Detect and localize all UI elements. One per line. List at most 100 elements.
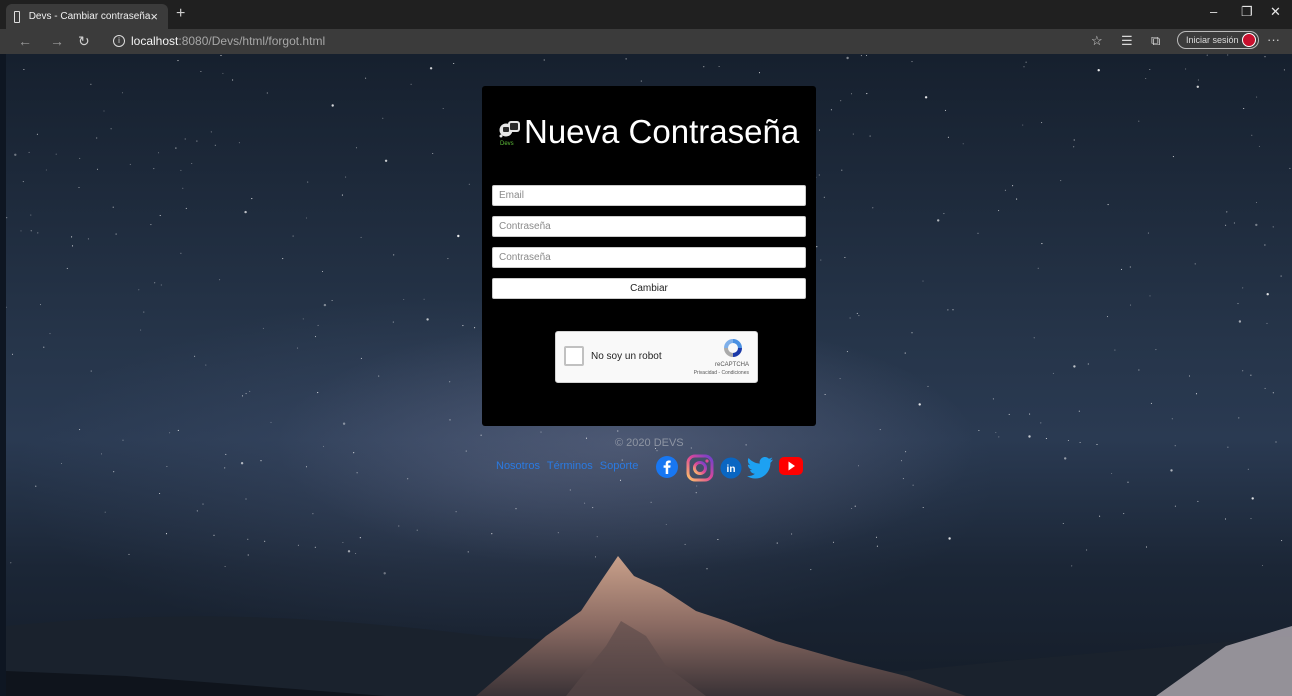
star xyxy=(384,159,388,162)
star xyxy=(140,329,142,331)
password-field[interactable] xyxy=(492,216,806,237)
star xyxy=(978,429,980,432)
star xyxy=(1237,303,1239,305)
favorites-icon[interactable]: ☰ xyxy=(1121,33,1133,49)
star xyxy=(305,466,308,468)
star xyxy=(129,163,131,165)
star xyxy=(703,66,705,68)
email-field[interactable] xyxy=(492,185,806,206)
star xyxy=(879,429,881,431)
star xyxy=(1283,69,1285,71)
page-title: Nueva Contraseña xyxy=(524,113,800,150)
star xyxy=(1129,266,1131,268)
star xyxy=(918,403,921,406)
star xyxy=(462,325,464,327)
star xyxy=(911,332,913,334)
star xyxy=(453,62,455,65)
star xyxy=(331,104,334,107)
restore-icon[interactable]: ❐ xyxy=(1241,4,1253,20)
star xyxy=(110,128,112,130)
chat-bubbles-icon xyxy=(499,121,520,138)
star xyxy=(872,207,874,209)
recaptcha-links[interactable]: Privacidad - Condiciones xyxy=(694,370,749,376)
star xyxy=(625,58,627,60)
star xyxy=(1040,422,1042,424)
star xyxy=(1264,244,1266,246)
star xyxy=(904,352,906,354)
linkedin-icon[interactable]: in xyxy=(720,457,742,479)
password-reset-card: Devs Nueva Contraseña Cambiar No soy un … xyxy=(482,86,816,426)
star xyxy=(191,162,193,165)
star xyxy=(1114,349,1116,351)
star xyxy=(87,238,89,240)
star xyxy=(1194,263,1196,265)
link-nosotros[interactable]: Nosotros xyxy=(496,460,540,472)
star xyxy=(745,444,747,446)
star xyxy=(998,436,1000,438)
star xyxy=(869,135,871,137)
star xyxy=(392,321,394,323)
star xyxy=(266,92,268,94)
star xyxy=(1073,146,1075,148)
new-tab-icon[interactable]: + xyxy=(176,5,185,23)
star xyxy=(1107,204,1109,206)
signin-button[interactable]: Iniciar sesión xyxy=(1177,31,1259,49)
star xyxy=(447,258,449,260)
collections-icon[interactable]: ⧉ xyxy=(1151,33,1160,49)
star xyxy=(429,67,433,70)
forward-icon[interactable]: → xyxy=(50,33,64,49)
star xyxy=(656,450,658,452)
star xyxy=(1025,61,1027,63)
close-window-icon[interactable]: ✕ xyxy=(1270,4,1281,20)
star xyxy=(1172,156,1174,158)
star xyxy=(1224,518,1227,520)
star xyxy=(71,236,73,238)
star xyxy=(1251,134,1253,136)
star xyxy=(1138,120,1140,122)
info-icon[interactable]: i xyxy=(113,35,125,47)
instagram-icon[interactable] xyxy=(685,453,715,483)
star xyxy=(852,133,854,135)
tab-close-icon[interactable]: × xyxy=(150,9,158,24)
twitter-icon[interactable] xyxy=(746,456,774,480)
star xyxy=(159,214,161,217)
more-icon[interactable]: ··· xyxy=(1267,32,1280,47)
star xyxy=(927,385,929,387)
recaptcha-checkbox[interactable] xyxy=(564,346,584,366)
star xyxy=(640,80,642,82)
star xyxy=(1272,226,1274,228)
star xyxy=(1195,393,1198,395)
star xyxy=(196,510,198,512)
star xyxy=(650,501,652,503)
link-terminos[interactable]: Términos xyxy=(547,460,593,472)
star xyxy=(854,505,856,507)
star xyxy=(1196,85,1200,88)
youtube-icon[interactable] xyxy=(778,456,804,476)
star xyxy=(121,92,124,94)
minimize-icon[interactable]: – xyxy=(1210,4,1217,19)
url-field[interactable]: localhost:8080/Devs/html/forgot.html xyxy=(131,34,325,48)
refresh-icon[interactable]: ↻ xyxy=(78,33,90,50)
change-password-button[interactable]: Cambiar xyxy=(492,278,806,299)
star xyxy=(1206,54,1208,56)
star xyxy=(823,196,825,198)
star xyxy=(947,309,949,311)
star xyxy=(1052,372,1054,374)
star xyxy=(1041,243,1043,245)
star xyxy=(360,357,362,359)
star xyxy=(292,235,294,237)
star xyxy=(1150,402,1152,404)
facebook-icon[interactable] xyxy=(655,455,679,479)
confirm-password-field[interactable] xyxy=(492,247,806,268)
star xyxy=(977,232,979,234)
browser-tab[interactable]: Devs - Cambiar contraseña × xyxy=(6,4,168,29)
star xyxy=(902,478,904,480)
link-soporte[interactable]: Soporte xyxy=(600,460,639,472)
card-header: Devs Nueva Contraseña xyxy=(498,114,799,150)
star xyxy=(619,479,622,481)
back-icon[interactable]: ← xyxy=(18,33,32,49)
star xyxy=(1060,180,1062,182)
star xyxy=(952,309,954,311)
star-icon[interactable]: ☆ xyxy=(1091,33,1103,49)
star xyxy=(1280,275,1282,277)
